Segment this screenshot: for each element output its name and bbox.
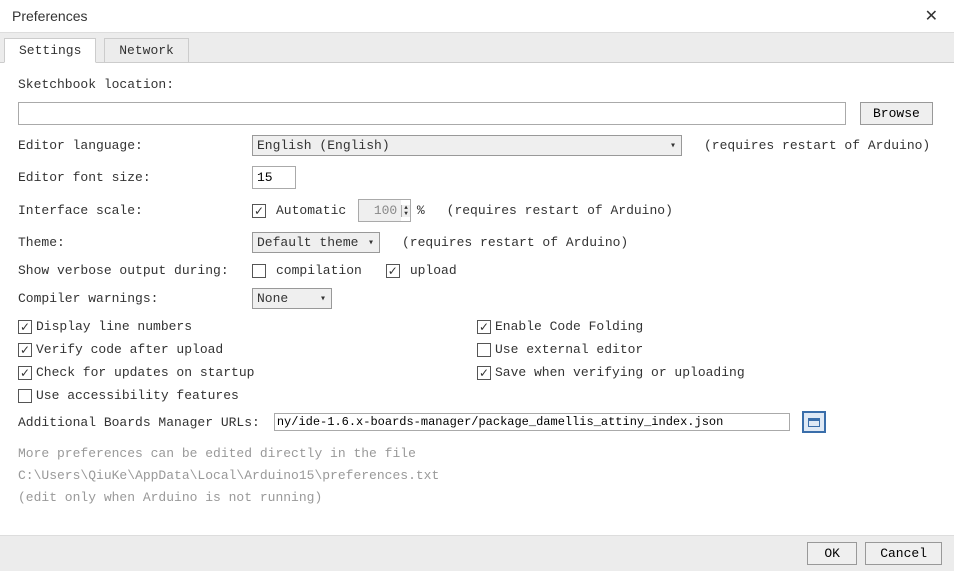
save-verify-checkbox[interactable] (477, 366, 491, 380)
external-editor-checkbox[interactable] (477, 343, 491, 357)
enable-fold-checkbox[interactable] (477, 320, 491, 334)
urls-input[interactable] (274, 413, 790, 431)
compilation-label: compilation (276, 263, 362, 278)
window-icon (808, 418, 820, 427)
cancel-button[interactable]: Cancel (865, 542, 942, 565)
scale-spinner[interactable]: ▲▼ (401, 205, 410, 217)
save-verify-label: Save when verifying or uploading (495, 365, 745, 380)
theme-select[interactable]: Default theme (252, 232, 380, 253)
warnings-select[interactable]: None (252, 288, 332, 309)
more-prefs-path: C:\Users\QiuKe\AppData\Local\Arduino15\p… (18, 465, 936, 487)
close-button[interactable]: ✕ (921, 6, 942, 26)
compilation-checkbox[interactable] (252, 264, 266, 278)
check-updates-label: Check for updates on startup (36, 365, 254, 380)
upload-label: upload (410, 263, 457, 278)
automatic-label: Automatic (276, 203, 346, 218)
fontsize-label: Editor font size: (18, 170, 246, 185)
verify-upload-checkbox[interactable] (18, 343, 32, 357)
display-line-checkbox[interactable] (18, 320, 32, 334)
fontsize-input[interactable] (252, 166, 296, 189)
tab-network[interactable]: Network (104, 38, 189, 63)
automatic-checkbox[interactable] (252, 204, 266, 218)
upload-checkbox[interactable] (386, 264, 400, 278)
urls-label: Additional Boards Manager URLs: (18, 415, 260, 430)
external-editor-label: Use external editor (495, 342, 643, 357)
accessibility-checkbox[interactable] (18, 389, 32, 403)
language-restart-hint: (requires restart of Arduino) (704, 138, 930, 153)
tab-bar: Settings Network (0, 33, 954, 63)
check-updates-checkbox[interactable] (18, 366, 32, 380)
more-prefs-line3: (edit only when Arduino is not running) (18, 487, 936, 509)
urls-expand-button[interactable] (802, 411, 826, 433)
sketchbook-label: Sketchbook location: (18, 77, 174, 92)
scale-input[interactable] (359, 200, 401, 221)
language-select[interactable]: English (English) (252, 135, 682, 156)
tab-settings[interactable]: Settings (4, 38, 96, 63)
theme-restart-hint: (requires restart of Arduino) (402, 235, 628, 250)
accessibility-label: Use accessibility features (36, 388, 239, 403)
percent-label: % (417, 203, 425, 218)
compiler-label: Compiler warnings: (18, 291, 246, 306)
language-label: Editor language: (18, 138, 246, 153)
verbose-label: Show verbose output during: (18, 263, 246, 278)
more-prefs-line1: More preferences can be edited directly … (18, 443, 936, 465)
theme-label: Theme: (18, 235, 246, 250)
ok-button[interactable]: OK (807, 542, 857, 565)
sketchbook-input[interactable] (18, 102, 846, 125)
scale-label: Interface scale: (18, 203, 246, 218)
verify-upload-label: Verify code after upload (36, 342, 223, 357)
display-line-label: Display line numbers (36, 319, 192, 334)
enable-fold-label: Enable Code Folding (495, 319, 643, 334)
window-title: Preferences (12, 8, 87, 24)
browse-button[interactable]: Browse (860, 102, 933, 125)
scale-restart-hint: (requires restart of Arduino) (447, 203, 673, 218)
